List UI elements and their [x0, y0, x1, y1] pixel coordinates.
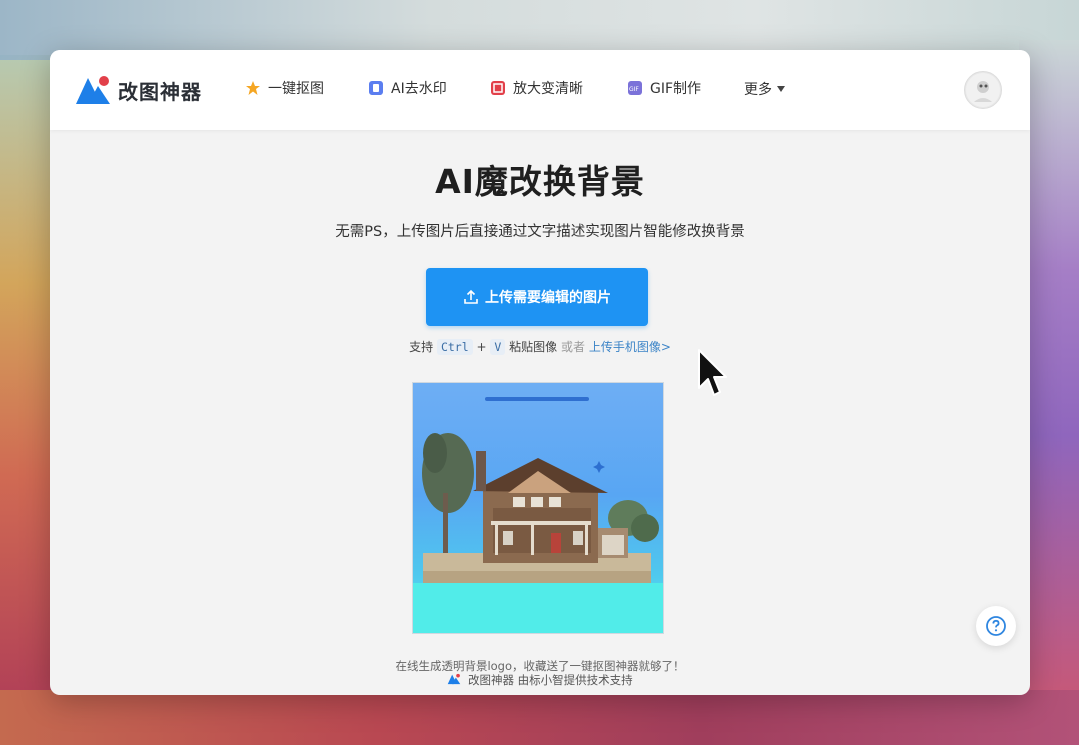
nav-item-label: AI去水印 — [391, 81, 447, 97]
upload-button-label: 上传需要编辑的图片 — [485, 290, 611, 306]
browser-window: 改图神器 一键抠图 AI去水印 放大变清晰 GIF GIF制作 更多 AI魔改换… — [50, 50, 1030, 695]
nav-item-label: GIF制作 — [650, 81, 702, 97]
house-photo — [413, 433, 663, 633]
hint-paste: 粘贴图像 — [509, 340, 558, 354]
desktop-background-bottom — [0, 690, 1079, 745]
enlarge-icon — [491, 81, 505, 95]
upload-icon — [464, 289, 478, 304]
nav-more-label: 更多 — [744, 82, 772, 98]
star-icon — [246, 81, 260, 95]
watermark-icon — [369, 81, 383, 95]
kbd-v: V — [490, 339, 506, 355]
hint-or: 或者 — [560, 340, 585, 354]
help-button[interactable] — [976, 606, 1016, 646]
navbar: 改图神器 一键抠图 AI去水印 放大变清晰 GIF GIF制作 更多 — [50, 50, 1030, 130]
desktop-background-top — [0, 0, 1079, 55]
chevron-down-icon — [777, 86, 785, 92]
footer-credit-text: 改图神器 由标小智提供技术支持 — [468, 673, 633, 687]
paste-hint: 支持 Ctrl + V 粘贴图像 或者 上传手机图像> — [50, 338, 1030, 355]
logo-small-icon — [448, 673, 461, 685]
question-icon — [986, 616, 1006, 636]
svg-text:GIF: GIF — [629, 86, 639, 93]
nav-item-gif[interactable]: GIF GIF制作 — [628, 78, 701, 98]
kbd-ctrl: Ctrl — [436, 339, 473, 355]
brand-name: 改图神器 — [118, 79, 202, 104]
preview-image — [412, 382, 664, 634]
gif-icon: GIF — [628, 81, 642, 95]
upload-phone-link[interactable]: 上传手机图像> — [589, 340, 671, 354]
logo-mark-icon — [74, 74, 112, 106]
brand-logo[interactable]: 改图神器 — [74, 74, 202, 106]
page-subtitle: 无需PS，上传图片后直接通过文字描述实现图片智能修改换背景 — [335, 224, 745, 240]
page-title: AI魔改换背景 — [435, 162, 645, 201]
nav-item-remove-watermark[interactable]: AI去水印 — [369, 78, 447, 98]
footer-credit: 改图神器 由标小智提供技术支持 — [50, 672, 1030, 688]
avatar[interactable] — [964, 71, 1002, 109]
nav-more-menu[interactable]: 更多 — [744, 79, 785, 99]
nav-item-enlarge[interactable]: 放大变清晰 — [491, 78, 583, 98]
hint-prefix: 支持 — [409, 340, 434, 354]
hint-plus: + — [476, 340, 487, 354]
upload-image-button[interactable]: 上传需要编辑的图片 — [426, 268, 648, 326]
nav-item-cutout[interactable]: 一键抠图 — [246, 78, 324, 98]
nav-item-label: 放大变清晰 — [513, 81, 583, 97]
nav-item-label: 一键抠图 — [268, 81, 324, 97]
mouse-pointer-icon — [698, 349, 727, 396]
